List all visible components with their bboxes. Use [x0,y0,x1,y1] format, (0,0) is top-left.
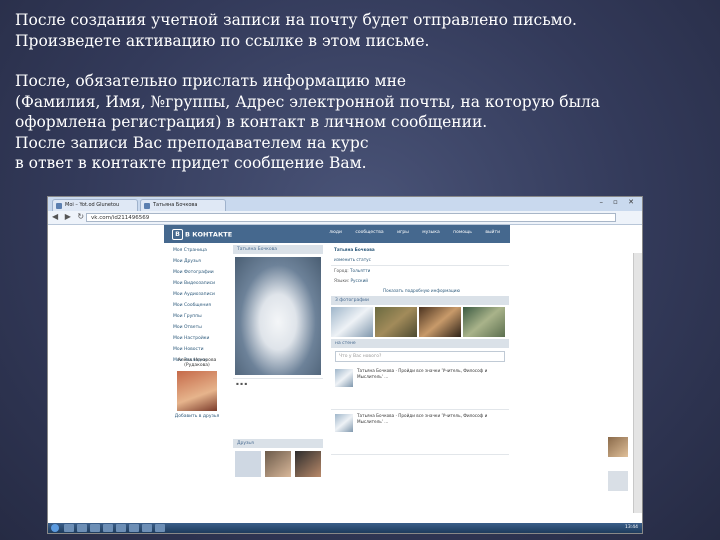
photo-thumb[interactable] [419,307,461,337]
browser-screenshot: Moi – Yot.od Glunetou Татьяна Бочкова – … [47,196,643,534]
menu-item[interactable]: Мои Ответы [173,322,233,333]
address-bar: ◀ ▶ ↻ vk.com/id211496569 [48,211,642,225]
friend-name[interactable]: Алена Ненарова (Рудакова) [173,358,221,368]
taskbar-app-icon[interactable] [155,524,165,532]
nav-games[interactable]: игры [397,230,409,235]
post-text: Татьяна Бочкова · Пройди все значки 'Учи… [357,413,488,424]
browser-tab-1[interactable]: Moi – Yot.od Glunetou [52,199,138,211]
tab-title: Татьяна Бочкова [153,202,198,208]
slide-line-2: Произведете активацию по ссылке в этом п… [15,31,430,50]
side-thumb[interactable] [608,471,628,491]
vk-logo[interactable]: ВВ КОНТАКТЕ [172,229,232,240]
nav-people[interactable]: люди [329,230,342,235]
window-controls[interactable]: – ▫ ✕ [599,198,638,206]
info-label: Город: [334,268,349,273]
slide-line-4: (Фамилия, Имя, №группы, Адрес электронно… [15,92,601,111]
photo-thumb[interactable] [463,307,505,337]
post-avatar[interactable] [335,414,353,432]
more-info-link[interactable]: Показать подробную информацию [331,286,509,296]
favicon-icon [56,203,62,209]
taskbar-app-icon[interactable] [116,524,126,532]
info-value[interactable]: Тольятти [350,268,370,273]
menu-item[interactable]: Мои Видеозаписи [173,278,233,289]
friends-grid [233,448,323,480]
url-field[interactable]: vk.com/id211496569 [86,213,616,222]
tab-title: Moi – Yot.od Glunetou [65,202,120,208]
wall-input[interactable]: Что у Вас нового? [335,351,505,362]
friend-suggestion: Алена Ненарова (Рудакова) Добавить в дру… [173,358,221,419]
vk-page: ВВ КОНТАКТЕ люди сообщества игры музыка … [48,225,642,523]
post-avatar[interactable] [335,369,353,387]
wall-post: Татьяна Бочкова · Пройди все значки 'Учи… [331,365,509,410]
taskbar-app-icon[interactable] [64,524,74,532]
profile-photo-column: Татьяна Бочкова ▪ ▪ ▪ Друзья [233,245,323,480]
profile-name: Татьяна Бочкова [334,247,375,252]
nav-help[interactable]: помощь [453,230,472,235]
taskbar-apps [64,524,165,532]
profile-photo-actions[interactable]: ▪ ▪ ▪ [233,378,323,389]
taskbar-app-icon[interactable] [129,524,139,532]
menu-item[interactable]: Моя Страница [173,245,233,256]
page-scrollbar[interactable] [633,253,642,513]
browser-tab-2[interactable]: Татьяна Бочкова [140,199,226,211]
tab-bar: Moi – Yot.od Glunetou Татьяна Бочкова – … [48,197,642,211]
taskbar-clock: 13:44 [625,525,638,530]
slide-line-3: После, обязательно прислать информацию м… [15,72,407,90]
taskbar: 13:44 [48,523,642,533]
vk-top-nav: люди сообщества игры музыка помощь выйти [317,230,500,235]
taskbar-app-icon[interactable] [77,524,87,532]
photos-strip [331,305,509,339]
friend-photo[interactable] [177,371,217,411]
menu-item[interactable]: Мои Сообщения [173,300,233,311]
slide-text: После создания учетной записи на почту б… [15,10,705,174]
menu-item[interactable]: Мои Аудиозаписи [173,289,233,300]
photos-header[interactable]: 3 фотографии [331,296,509,305]
side-thumb[interactable] [608,437,628,457]
slide-line-5: оформлена регистрация) в контакт в лично… [15,113,488,131]
nav-logout[interactable]: выйти [485,230,500,235]
taskbar-app-icon[interactable] [103,524,113,532]
slide-line-1: После создания учетной записи на почту б… [15,11,577,29]
photo-thumb[interactable] [375,307,417,337]
friend-avatar[interactable] [295,451,321,477]
photo-thumb[interactable] [331,307,373,337]
friend-avatar[interactable] [265,451,291,477]
favicon-icon [144,203,150,209]
menu-item[interactable]: Мои Настройки [173,333,233,344]
info-value[interactable]: Русский [350,278,368,283]
vk-left-menu: Моя Страница Мои Друзья Мои Фотографии М… [173,245,233,366]
add-friend-link[interactable]: Добавить в друзья [173,414,221,419]
info-row-city: Город: Тольятти [331,265,509,276]
menu-item[interactable]: Мои Группы [173,311,233,322]
owner-name-bar: Татьяна Бочкова [233,245,323,254]
profile-photo[interactable] [235,257,321,375]
nav-buttons[interactable]: ◀ ▶ ↻ [52,212,86,221]
wall-header: на стене [331,339,509,348]
info-row-lang: Языки: Русский [331,276,509,286]
taskbar-app-icon[interactable] [90,524,100,532]
slide-line-7: в ответ в контакте придет сообщение Вам. [15,154,367,172]
info-label: Языки: [334,278,350,283]
nav-music[interactable]: музыка [422,230,439,235]
menu-item[interactable]: Мои Новости [173,344,233,355]
vk-header: ВВ КОНТАКТЕ люди сообщества игры музыка … [164,225,510,243]
logo-text: В КОНТАКТЕ [185,230,233,239]
friend-avatar[interactable] [235,451,261,477]
side-thumbs [608,437,628,505]
wall-post: Татьяна Бочкова · Пройди все значки 'Учи… [331,410,509,455]
friends-header[interactable]: Друзья [233,439,323,448]
slide-line-6: После записи Вас преподавателем на курс [15,133,369,152]
status-link[interactable]: изменить статус [331,255,509,265]
menu-item[interactable]: Мои Друзья [173,256,233,267]
menu-item[interactable]: Мои Фотографии [173,267,233,278]
start-button[interactable] [51,524,59,532]
profile-info-column: Татьяна Бочкова изменить статус Город: Т… [331,245,509,455]
nav-groups[interactable]: сообщества [355,230,383,235]
post-text: Татьяна Бочкова · Пройди все значки 'Учи… [357,368,488,379]
taskbar-app-icon[interactable] [142,524,152,532]
